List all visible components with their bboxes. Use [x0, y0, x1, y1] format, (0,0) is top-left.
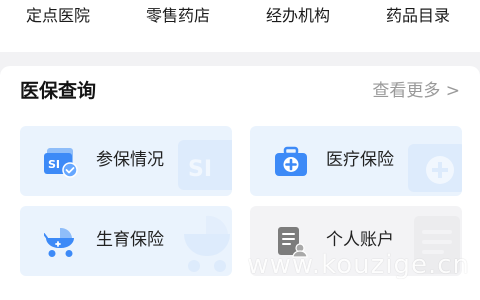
svg-text:SI: SI — [188, 157, 212, 182]
svg-text:SI: SI — [48, 158, 60, 171]
insurance-card-watermark-icon: SI — [178, 140, 232, 190]
tile-medical-insurance[interactable]: 医疗保险 — [250, 126, 462, 196]
see-more-link[interactable]: 查看更多 > — [372, 79, 460, 103]
nav-designated-hospital[interactable]: 定点医院 — [26, 4, 90, 28]
nav-retail-pharmacy[interactable]: 零售药店 — [146, 4, 210, 28]
top-quick-links: 定点医院 零售药店 经办机构 药品目录 — [0, 0, 480, 52]
tile-insurance-status[interactable]: SI SI 参保情况 — [20, 126, 232, 196]
medical-kit-watermark-icon — [408, 144, 462, 192]
medical-kit-icon — [275, 146, 307, 176]
baby-stroller-icon — [44, 227, 74, 257]
tile-label: 生育保险 — [96, 230, 164, 250]
tile-maternity-insurance[interactable]: 生育保险 — [20, 206, 232, 276]
insurance-card-icon: SI — [44, 148, 78, 178]
baby-stroller-watermark-icon — [184, 215, 230, 272]
tile-label: 参保情况 — [96, 150, 164, 170]
tile-label: 医疗保险 — [326, 150, 394, 170]
personal-account-document-icon — [278, 227, 308, 258]
nav-agency[interactable]: 经办机构 — [266, 4, 330, 28]
document-watermark-icon — [414, 216, 460, 274]
section-title: 医保查询 — [20, 80, 97, 102]
tile-label: 个人账户 — [326, 230, 394, 250]
tile-personal-account[interactable]: 个人账户 — [250, 206, 462, 276]
nav-drug-catalog[interactable]: 药品目录 — [386, 4, 450, 28]
insurance-query-card: 医保查询 查看更多 > SI SI 参保情况 医疗保险 生育保险 个人账户 — [0, 66, 480, 300]
